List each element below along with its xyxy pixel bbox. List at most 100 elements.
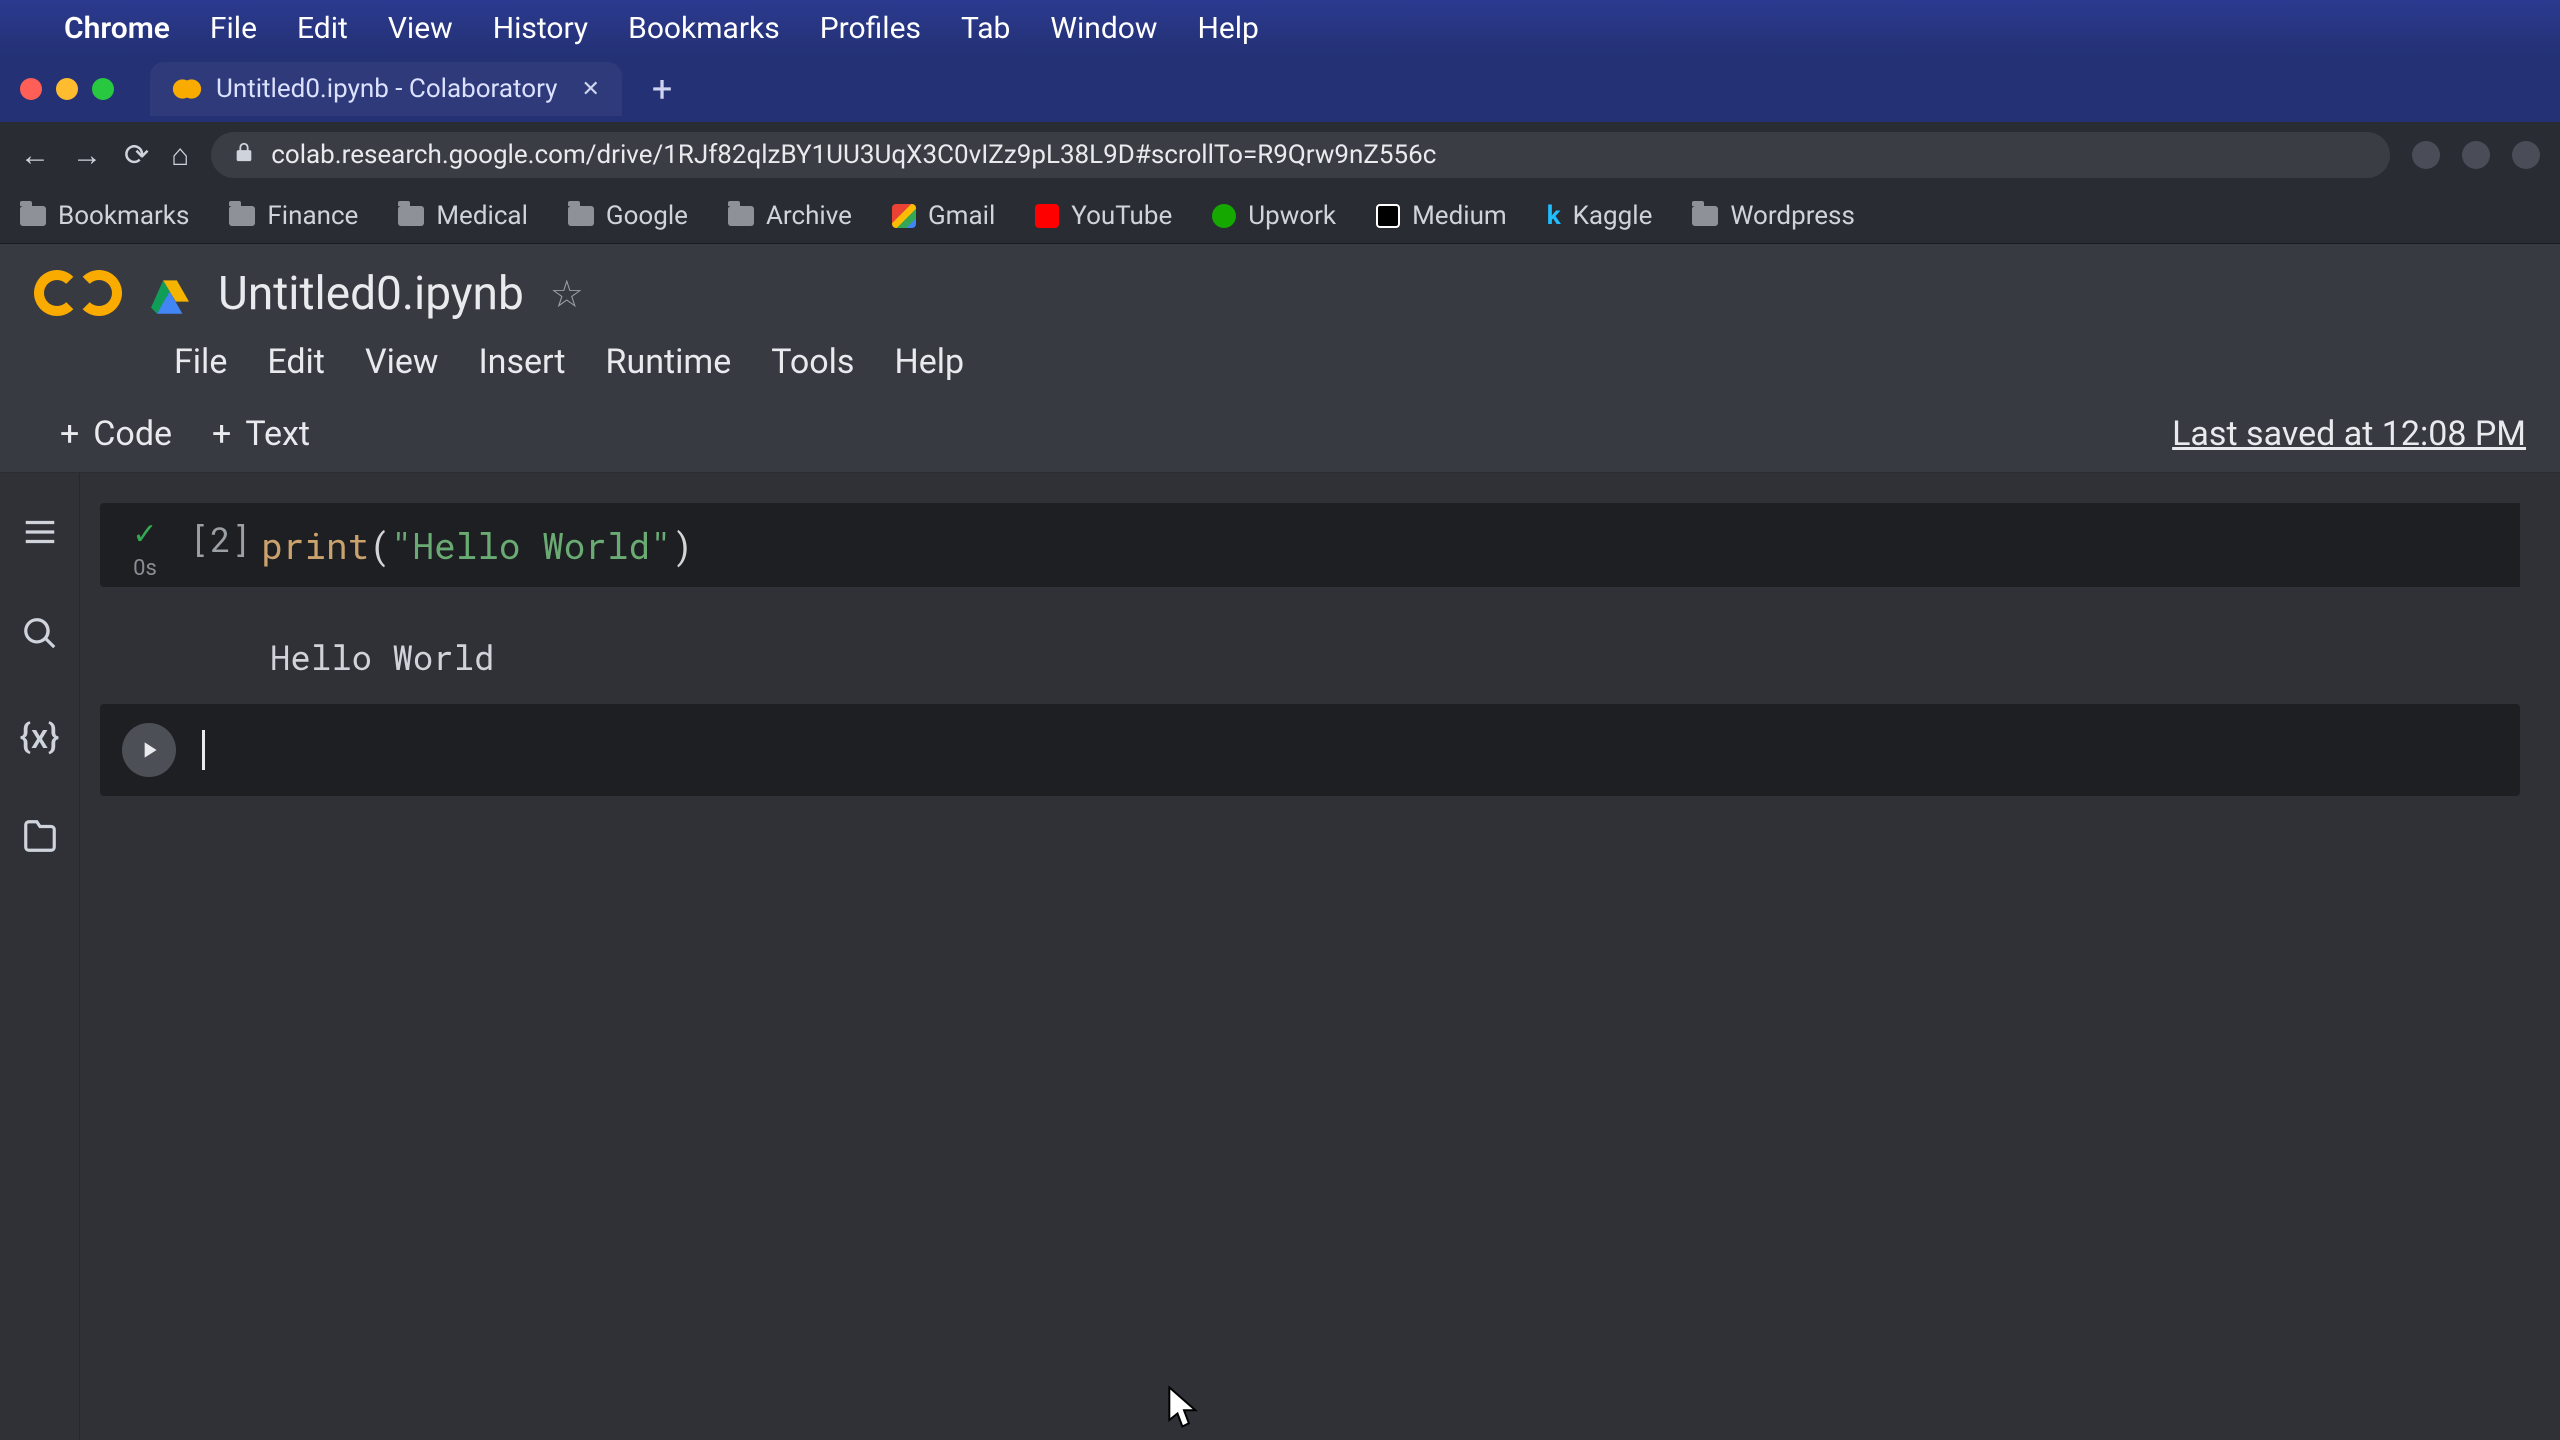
menu-window[interactable]: Window <box>1050 11 1157 46</box>
bookmark-label: YouTube <box>1071 201 1172 231</box>
search-icon[interactable] <box>21 615 59 657</box>
colab-menu-bar: File Edit View Insert Runtime Tools Help <box>34 324 2526 400</box>
window-minimize-icon[interactable] <box>56 78 78 100</box>
browser-tab-strip: Untitled0.ipynb - Colaboratory ✕ + <box>0 56 2560 122</box>
window-fullscreen-icon[interactable] <box>92 78 114 100</box>
colab-favicon-icon <box>172 74 202 104</box>
browser-tab[interactable]: Untitled0.ipynb - Colaboratory ✕ <box>150 62 622 116</box>
bookmark-kaggle[interactable]: k Kaggle <box>1547 201 1653 231</box>
add-text-button[interactable]: + Text <box>212 414 310 454</box>
code-token: ) <box>672 521 694 569</box>
colab-menu-edit[interactable]: Edit <box>267 342 325 382</box>
bookmarks-bar: Bookmarks Finance Medical Google Archive… <box>0 188 2560 244</box>
bookmark-folder[interactable]: Wordpress <box>1692 201 1855 231</box>
code-editor[interactable]: print("Hello World") <box>261 503 2520 587</box>
colab-menu-file[interactable]: File <box>174 342 227 382</box>
bookmark-label: Kaggle <box>1573 201 1653 231</box>
menu-help[interactable]: Help <box>1197 11 1258 46</box>
notebook-area: ✓ 0s [2] print("Hello World") Hello Worl… <box>80 473 2560 1440</box>
colab-menu-insert[interactable]: Insert <box>478 342 565 382</box>
tab-close-icon[interactable]: ✕ <box>581 77 599 102</box>
bookmark-label: Wordpress <box>1730 201 1855 231</box>
gmail-icon <box>892 204 916 228</box>
macos-menu-bar: Chrome File Edit View History Bookmarks … <box>0 0 2560 56</box>
bookmark-label: Medium <box>1412 201 1507 231</box>
window-close-icon[interactable] <box>20 78 42 100</box>
app-name[interactable]: Chrome <box>64 11 170 46</box>
bookmark-label: Medical <box>436 201 528 231</box>
run-cell-button[interactable] <box>122 723 176 777</box>
bookmark-folder[interactable]: Medical <box>398 201 528 231</box>
colab-menu-tools[interactable]: Tools <box>771 342 854 382</box>
bookmark-folder[interactable]: Bookmarks <box>20 201 189 231</box>
bookmark-folder[interactable]: Archive <box>728 201 852 231</box>
cell-gutter: ✓ 0s <box>100 503 190 581</box>
code-token: ( <box>369 521 391 569</box>
add-code-label: Code <box>93 414 172 454</box>
extension-icon[interactable] <box>2462 141 2490 169</box>
bookmark-medium[interactable]: Medium <box>1376 201 1507 231</box>
add-code-button[interactable]: + Code <box>60 414 172 454</box>
left-sidebar: {x} <box>0 473 80 1440</box>
bookmark-gmail[interactable]: Gmail <box>892 201 995 231</box>
reload-button[interactable]: ⟳ <box>124 138 149 173</box>
colab-menu-help[interactable]: Help <box>894 342 964 382</box>
star-icon[interactable]: ☆ <box>550 272 584 317</box>
bookmark-youtube[interactable]: YouTube <box>1035 201 1172 231</box>
menu-profiles[interactable]: Profiles <box>820 11 921 46</box>
new-tab-button[interactable]: + <box>638 68 686 110</box>
window-controls <box>20 78 114 100</box>
bookmark-label: Finance <box>267 201 358 231</box>
back-button[interactable]: ← <box>20 138 50 173</box>
bookmark-folder[interactable]: Finance <box>229 201 358 231</box>
colab-menu-runtime[interactable]: Runtime <box>606 342 732 382</box>
home-button[interactable]: ⌂ <box>171 138 189 173</box>
url-text: colab.research.google.com/drive/1RJf82ql… <box>271 140 1436 170</box>
folder-icon <box>568 206 594 226</box>
cell-output: Hello World <box>100 617 2520 704</box>
forward-button[interactable]: → <box>72 138 102 173</box>
colab-logo-icon[interactable] <box>34 264 122 324</box>
colab-toolbar: + Code + Text Last saved at 12:08 PM <box>0 400 2560 473</box>
google-drive-icon <box>148 274 192 314</box>
lock-icon <box>233 140 255 170</box>
notebook-title[interactable]: Untitled0.ipynb <box>218 267 524 321</box>
add-text-label: Text <box>245 414 310 454</box>
menu-tab[interactable]: Tab <box>961 11 1010 46</box>
tab-title: Untitled0.ipynb - Colaboratory <box>216 74 557 104</box>
last-saved-status[interactable]: Last saved at 12:08 PM <box>2172 414 2526 454</box>
bookmark-upwork[interactable]: Upwork <box>1212 201 1336 231</box>
folder-icon <box>398 206 424 226</box>
youtube-icon <box>1035 204 1059 228</box>
menu-edit[interactable]: Edit <box>297 11 348 46</box>
menu-bookmarks[interactable]: Bookmarks <box>628 11 780 46</box>
folder-icon <box>20 206 46 226</box>
bookmark-label: Upwork <box>1248 201 1336 231</box>
code-editor[interactable] <box>186 718 2500 782</box>
medium-icon <box>1376 204 1400 228</box>
bookmark-folder[interactable]: Google <box>568 201 688 231</box>
upwork-icon <box>1212 204 1236 228</box>
table-of-contents-icon[interactable] <box>21 513 59 555</box>
menu-history[interactable]: History <box>493 11 588 46</box>
bookmark-label: Bookmarks <box>58 201 189 231</box>
bookmark-label: Google <box>606 201 688 231</box>
menu-view[interactable]: View <box>388 11 453 46</box>
extension-icon[interactable] <box>2512 141 2540 169</box>
extension-icon[interactable] <box>2412 141 2440 169</box>
plus-icon: + <box>60 414 79 454</box>
colab-header: Untitled0.ipynb ☆ File Edit View Insert … <box>0 244 2560 400</box>
mouse-cursor-icon <box>1167 1386 1201 1436</box>
files-icon[interactable] <box>21 817 59 859</box>
colab-menu-view[interactable]: View <box>365 342 439 382</box>
menu-file[interactable]: File <box>210 11 257 46</box>
address-bar[interactable]: colab.research.google.com/drive/1RJf82ql… <box>211 132 2390 178</box>
code-token: print <box>261 521 369 569</box>
code-cell[interactable] <box>100 704 2520 796</box>
exec-count: [2] <box>190 503 261 562</box>
kaggle-icon: k <box>1547 201 1561 231</box>
checkmark-icon: ✓ <box>132 517 157 552</box>
code-token: "Hello World" <box>391 521 672 569</box>
variables-icon[interactable]: {x} <box>20 717 60 757</box>
code-cell[interactable]: ✓ 0s [2] print("Hello World") <box>100 503 2520 587</box>
